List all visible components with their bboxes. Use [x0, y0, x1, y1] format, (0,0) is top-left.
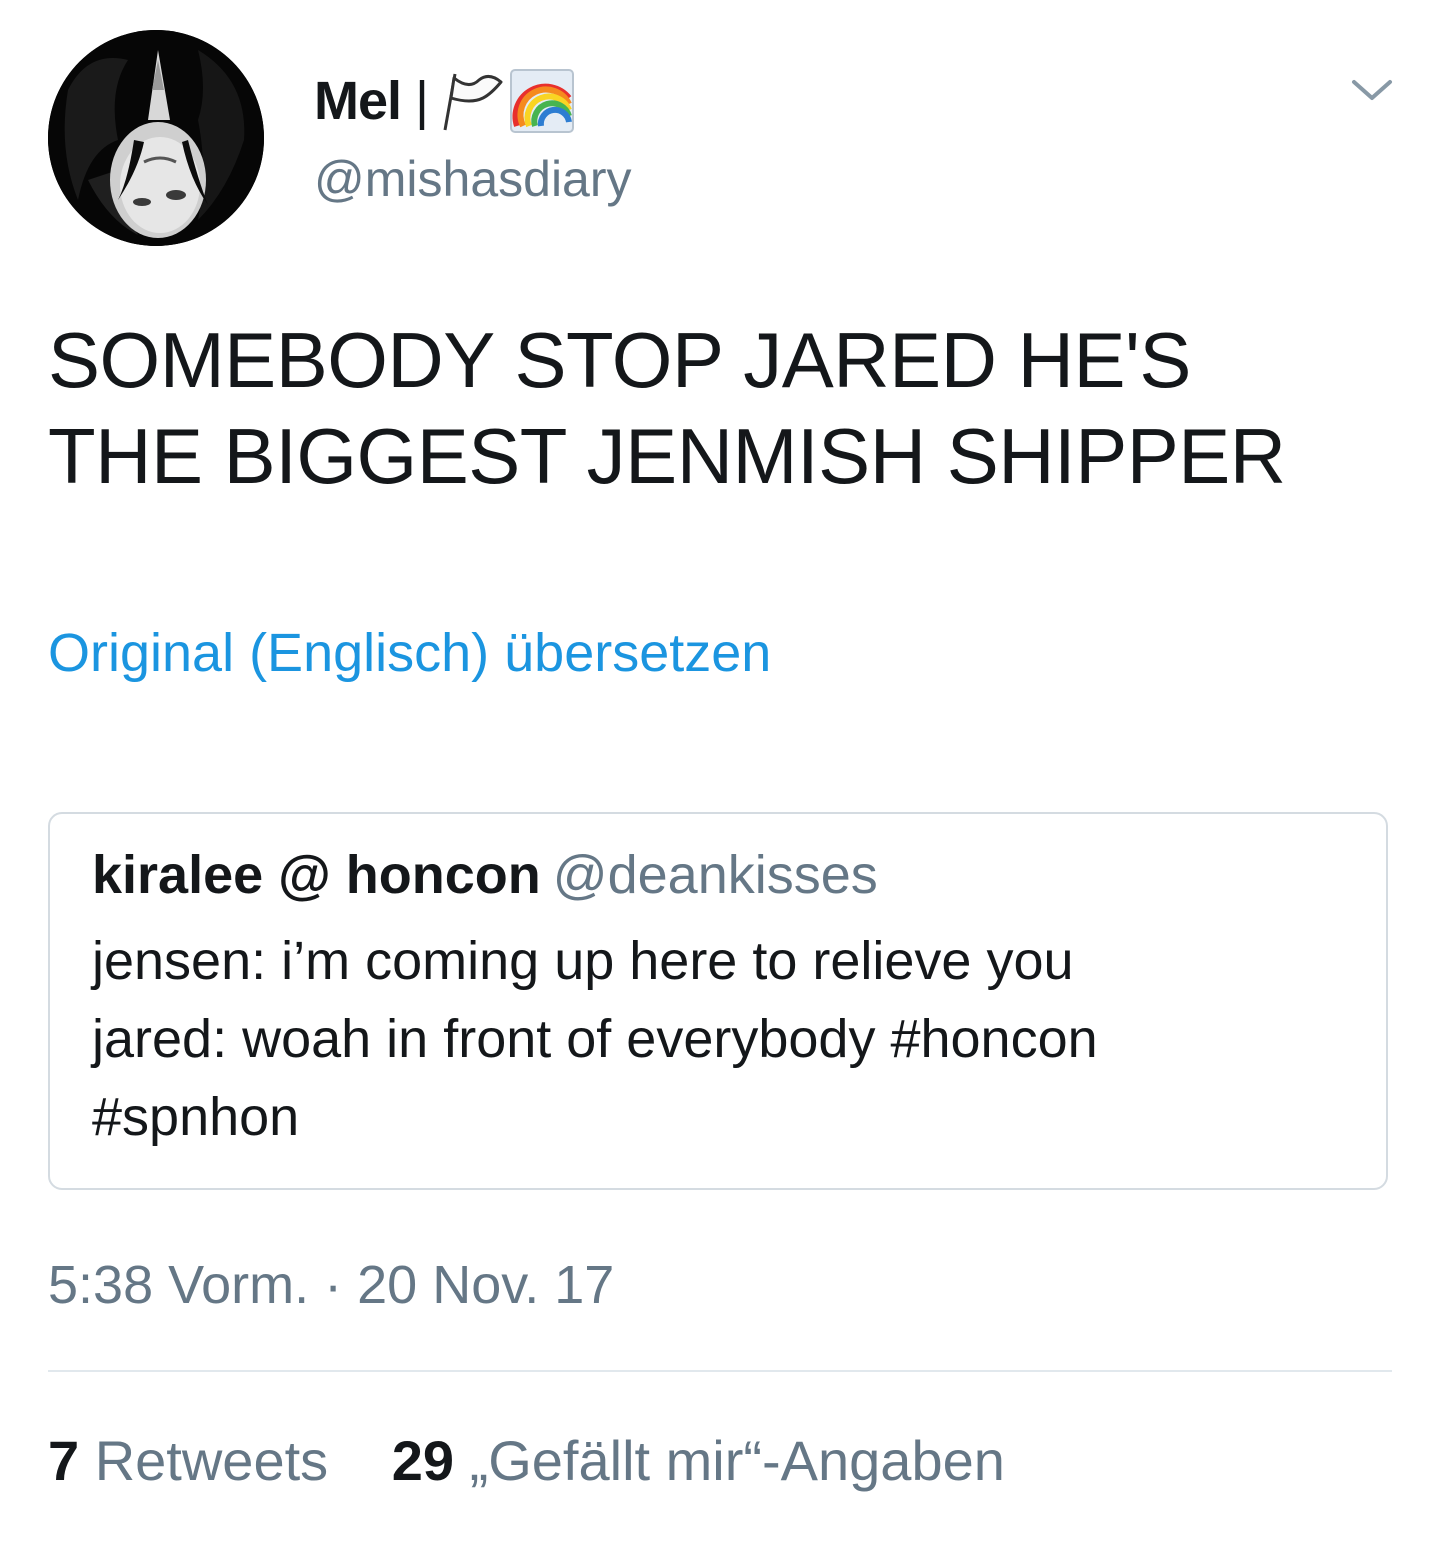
- quoted-tweet-text: jensen: i’m coming up here to relieve yo…: [92, 922, 1352, 1156]
- translate-link[interactable]: Original (Englisch) übersetzen: [48, 622, 771, 684]
- likes-stat[interactable]: 29 „Gefällt mir“-Angaben: [392, 1429, 1005, 1492]
- chevron-down-icon[interactable]: [1348, 76, 1396, 106]
- likes-count: 29: [391, 1429, 455, 1492]
- avatar[interactable]: [48, 30, 264, 246]
- quoted-text-line: jensen: i’m coming up here to relieve yo…: [92, 931, 1074, 991]
- tweet-text: SOMEBODY STOP JARED HE'S THE BIGGEST JEN…: [48, 312, 1408, 504]
- retweets-count: 7: [48, 1429, 80, 1492]
- quoted-tweet-header: kiralee @ honcon @deankisses: [92, 844, 878, 906]
- avatar-image: [48, 30, 264, 246]
- author-handle[interactable]: @mishasdiary: [314, 150, 632, 208]
- tweet-stats: 7 Retweets 29 „Gefällt mir“-Angaben: [48, 1428, 1005, 1493]
- retweets-stat[interactable]: 7 Retweets: [48, 1429, 344, 1492]
- tweet-timestamp[interactable]: 5:38 Vorm. · 20 Nov. 17: [48, 1254, 614, 1316]
- tweet-detail: Mel | @mishasdiary SOMEBODY STOP JARED H…: [0, 0, 1440, 1543]
- likes-label: „Gefällt mir“-Angaben: [469, 1429, 1005, 1492]
- tweet-text-line: SOMEBODY STOP JARED HE'S: [48, 316, 1191, 404]
- flag-icon: [439, 68, 505, 134]
- retweets-label: Retweets: [94, 1429, 329, 1492]
- quoted-text-line: #spnhon: [92, 1087, 300, 1147]
- tweet-text-line: THE BIGGEST JENMISH SHIPPER: [48, 412, 1286, 500]
- rainbow-icon: [509, 68, 575, 134]
- name-separator: |: [415, 71, 430, 131]
- author-name[interactable]: Mel: [314, 70, 402, 132]
- quoted-text-line: jared: woah in front of everybody #honco…: [92, 1009, 1098, 1069]
- divider: [48, 1370, 1392, 1372]
- quoted-author-name: kiralee @ honcon: [92, 845, 541, 905]
- quoted-tweet[interactable]: kiralee @ honcon @deankisses jensen: i’m …: [48, 812, 1388, 1190]
- author-name-row[interactable]: Mel |: [314, 66, 575, 136]
- quoted-author-handle: @deankisses: [552, 845, 878, 905]
